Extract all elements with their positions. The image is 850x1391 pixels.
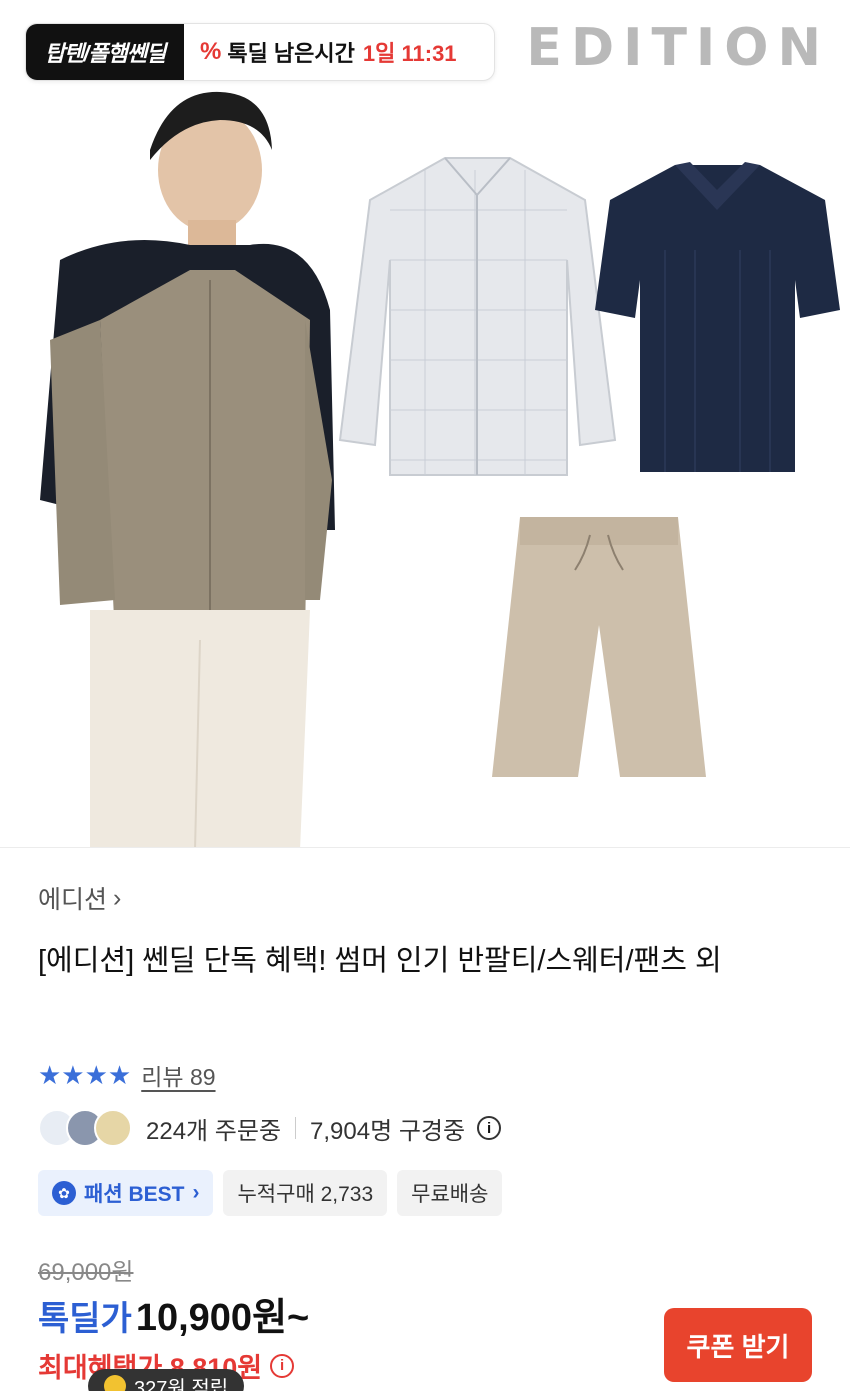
divider (295, 1117, 297, 1139)
fashion-best-label: 패션 BEST (84, 1183, 185, 1206)
rating-row[interactable]: ★★★★ 리뷰 89 (38, 1058, 216, 1092)
fashion-best-tag[interactable]: ✿ 패션 BEST › (38, 1170, 214, 1216)
original-price: 69,000원 (38, 1259, 134, 1286)
social-proof-row: 224개 주문중 7,904명 구경중 i (38, 1108, 502, 1148)
reward-points-chip: 327원 적립 (88, 1369, 245, 1391)
brand-link[interactable]: 에디션 › (38, 880, 812, 916)
review-link[interactable]: 리뷰 89 (141, 1058, 215, 1092)
deal-price-value: 10,900원~ (135, 1297, 310, 1339)
discount-percent-icon: % (200, 38, 222, 65)
star-rating-icon: ★★★★ (38, 1059, 132, 1090)
brand-name: 에디션 (38, 886, 108, 914)
tag-row: ✿ 패션 BEST › 누적구매 2,733 무료배송 (38, 1170, 503, 1216)
deal-price-label: 톡딜가 (38, 1300, 132, 1338)
avatar (94, 1109, 132, 1147)
product-hero-image[interactable]: 탑텐/폴햄쎈딜 % 톡딜 남은시간 1일 11:31 EDITION (0, 0, 850, 848)
reward-points-label: 327원 적립 (134, 1377, 229, 1391)
chevron-right-icon: › (113, 883, 122, 912)
orders-count: 224개 주문중 (146, 1117, 282, 1145)
chevron-right-icon: › (192, 1181, 200, 1204)
product-title: [에디션] 쎈딜 단독 혜택! 썸머 인기 반팔티/스웨터/팬츠 외 (38, 945, 722, 977)
deal-remaining-time: 1일 11:31 (362, 41, 457, 66)
model-image (40, 91, 335, 847)
deal-price-row: 톡딜가 10,900원~ (38, 1286, 309, 1341)
navy-polo-image (595, 162, 840, 472)
deal-timer-banner[interactable]: 탑텐/폴햄쎈딜 % 톡딜 남은시간 1일 11:31 (25, 23, 495, 81)
product-info: 에디션 › [에디션] 쎈딜 단독 혜택! 썸머 인기 반팔티/스웨터/팬츠 외… (38, 880, 812, 1383)
deal-remaining-label: 톡딜 남은시간 (227, 41, 355, 66)
coupon-button[interactable]: 쿠폰 받기 (664, 1308, 812, 1382)
info-icon[interactable]: i (477, 1116, 502, 1140)
best-badge-icon: ✿ (52, 1181, 76, 1205)
coin-icon (104, 1375, 126, 1391)
checked-shirt-image (338, 157, 617, 476)
info-icon[interactable]: i (270, 1353, 295, 1378)
brand-logo: EDITION (526, 18, 830, 78)
cumulative-purchase-tag: 누적구매 2,733 (223, 1170, 388, 1216)
beige-shorts-image (492, 517, 706, 777)
deal-badge: 탑텐/폴햄쎈딜 (26, 24, 184, 80)
watchers-count: 7,904명 구경중 (310, 1117, 466, 1145)
buyer-avatars (38, 1108, 138, 1148)
free-shipping-tag: 무료배송 (397, 1170, 503, 1216)
